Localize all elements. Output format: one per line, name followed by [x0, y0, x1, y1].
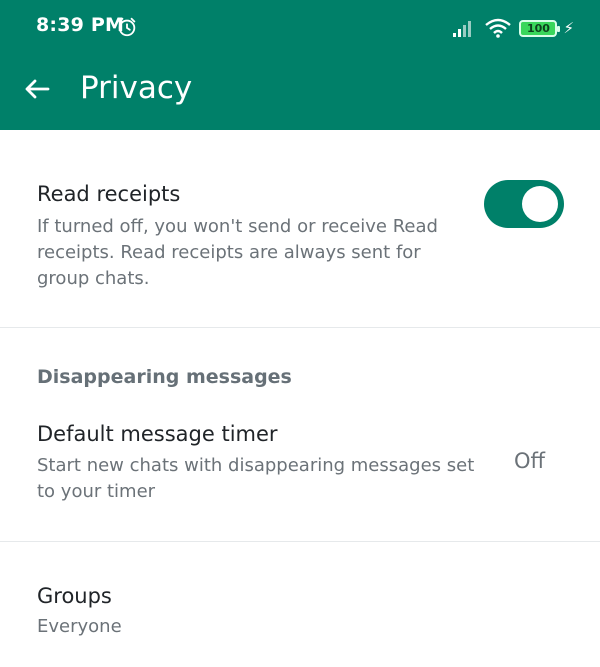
wifi-icon: [485, 18, 512, 38]
status-bar: 8:39 PM 100 ⚡: [0, 0, 600, 56]
app-bar: Privacy: [0, 56, 600, 130]
alarm-icon: [118, 17, 136, 37]
groups-value: Everyone: [37, 616, 122, 637]
toggle-knob: [522, 186, 558, 222]
groups-title: Groups: [37, 584, 112, 608]
status-time: 8:39 PM: [36, 14, 125, 36]
default-timer-value: Off: [514, 449, 545, 473]
charging-icon: ⚡: [563, 19, 574, 37]
default-timer-title: Default message timer: [37, 422, 278, 446]
read-receipts-title: Read receipts: [37, 182, 181, 206]
signal-icon: [453, 21, 472, 37]
page-title: Privacy: [80, 70, 193, 106]
arrow-left-icon[interactable]: [22, 74, 52, 104]
battery-level: 100: [526, 21, 550, 35]
default-timer-description: Start new chats with disappearing messag…: [37, 455, 475, 502]
section-header-disappearing: Disappearing messages: [37, 366, 292, 388]
battery-icon: 100: [519, 19, 561, 37]
divider: [0, 327, 600, 328]
divider: [0, 541, 600, 542]
read-receipts-description: If turned off, you won't send or receive…: [37, 216, 438, 289]
read-receipts-toggle[interactable]: [484, 180, 564, 228]
